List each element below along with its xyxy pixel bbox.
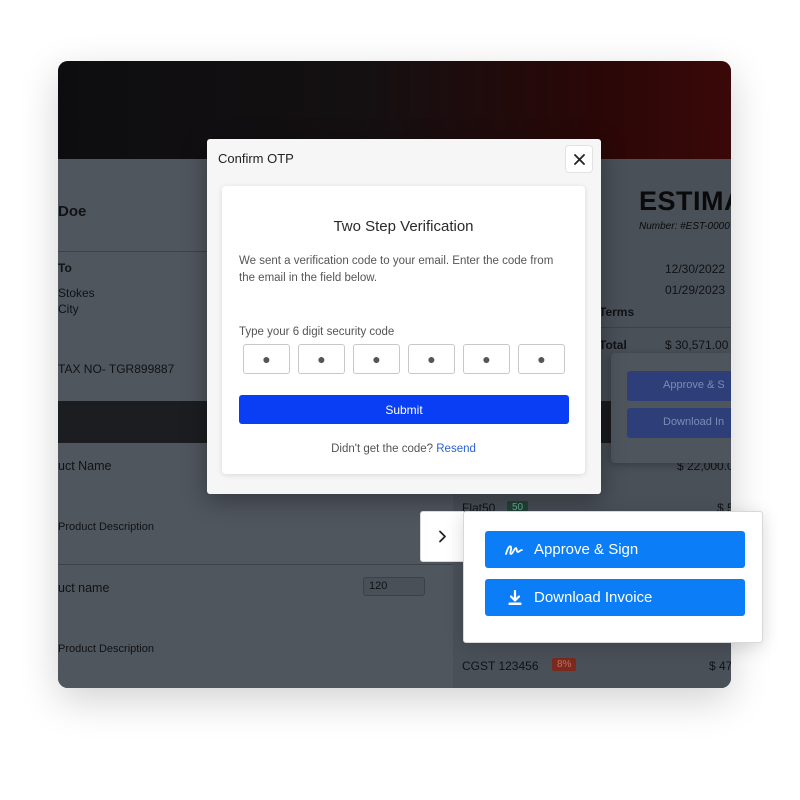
item-description: Product Description bbox=[58, 643, 154, 655]
verification-panel: Two Step Verification We sent a verifica… bbox=[222, 186, 585, 474]
due-date: 01/29/2023 bbox=[665, 283, 726, 297]
collapse-toggle-button[interactable] bbox=[420, 511, 464, 562]
download-invoice-label: Download Invoice bbox=[534, 589, 653, 606]
signature-icon bbox=[505, 541, 525, 559]
chevron-right-icon bbox=[439, 530, 446, 543]
terms-label: Terms bbox=[599, 305, 635, 319]
otp-input-group: ● ● ● ● ● ● bbox=[243, 344, 567, 374]
tax-number: TAX NO- TGR899887 bbox=[58, 362, 175, 376]
otp-digit-input[interactable]: ● bbox=[298, 344, 345, 374]
invoice-date: 12/30/2022 bbox=[665, 262, 726, 276]
approve-sign-button[interactable]: Approve & Sign bbox=[485, 531, 745, 568]
to-label: To bbox=[58, 261, 72, 275]
address-line: City bbox=[58, 302, 79, 316]
modal-title: Confirm OTP bbox=[218, 151, 294, 166]
verification-description: We sent a verification code to your emai… bbox=[239, 255, 554, 284]
download-icon bbox=[505, 589, 525, 607]
item-description: Product Description bbox=[58, 521, 154, 533]
tax-amount: $ 47 bbox=[709, 659, 731, 673]
estimate-title: ESTIMA bbox=[639, 186, 731, 216]
tax-badge: 8% bbox=[552, 658, 577, 671]
tax-label: CGST 123456 bbox=[462, 659, 539, 673]
close-button[interactable] bbox=[566, 146, 592, 172]
close-icon bbox=[573, 153, 585, 165]
divider bbox=[58, 564, 453, 565]
background-approve-button: Approve & S bbox=[627, 371, 731, 401]
resend-prompt: Didn't get the code? bbox=[331, 443, 434, 455]
item-name: uct Name bbox=[58, 459, 112, 473]
estimate-number: Number: #EST-0000 bbox=[639, 221, 730, 232]
otp-digit-input[interactable]: ● bbox=[353, 344, 400, 374]
total-value: $ 30,571.00 bbox=[665, 338, 729, 352]
resend-link[interactable]: Resend bbox=[436, 443, 476, 455]
verification-heading: Two Step Verification bbox=[333, 218, 474, 235]
code-label: Type your 6 digit security code bbox=[239, 326, 395, 338]
quantity-input[interactable]: 120 bbox=[363, 577, 425, 596]
approve-sign-label: Approve & Sign bbox=[534, 541, 639, 558]
submit-button[interactable]: Submit bbox=[239, 395, 569, 424]
otp-digit-input[interactable]: ● bbox=[408, 344, 455, 374]
otp-digit-input[interactable]: ● bbox=[243, 344, 290, 374]
otp-modal: Confirm OTP Two Step Verification We sen… bbox=[207, 139, 601, 494]
address-line: Stokes bbox=[58, 286, 95, 300]
resend-row: Didn't get the code? Resend bbox=[222, 443, 585, 455]
otp-digit-input[interactable]: ● bbox=[463, 344, 510, 374]
otp-digit-input[interactable]: ● bbox=[518, 344, 565, 374]
action-popover: Approve & Sign Download Invoice bbox=[463, 511, 763, 643]
download-invoice-button[interactable]: Download Invoice bbox=[485, 579, 745, 616]
total-label: Total bbox=[599, 338, 627, 352]
customer-name: Doe bbox=[58, 203, 87, 220]
background-download-button: Download In bbox=[627, 408, 731, 438]
item-name: uct name bbox=[58, 581, 110, 595]
